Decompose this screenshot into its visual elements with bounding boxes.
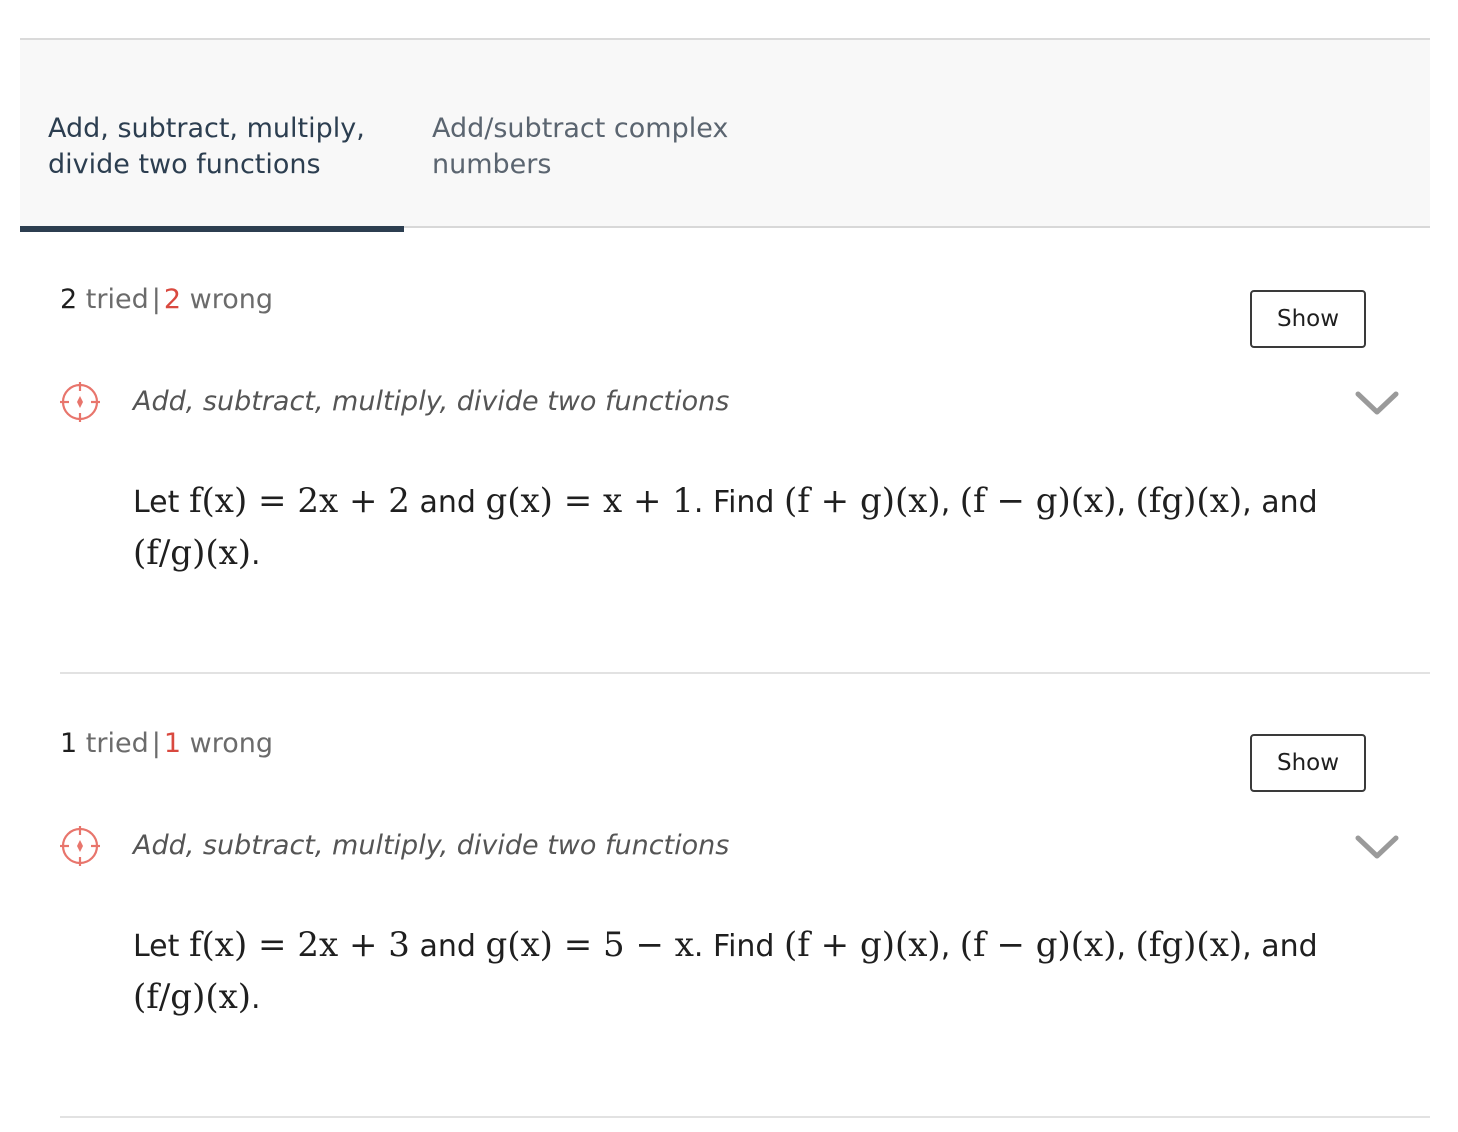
question-expr-product: (fg)(x) <box>1135 925 1243 965</box>
question-and-final: , and <box>1242 929 1318 964</box>
question-f-definition: f(x) = 2x + 2 <box>188 481 410 521</box>
target-icon <box>60 826 100 866</box>
question-expr-difference: (f − g)(x) <box>959 925 1117 965</box>
skill-row: Add, subtract, multiply, divide two func… <box>60 826 1400 870</box>
attempt-stats: 2 tried | 2 wrong <box>60 284 273 316</box>
tab-label-line1: Add/subtract complex <box>432 113 729 144</box>
stats-separator: | <box>151 728 161 759</box>
question-f-definition: f(x) = 2x + 3 <box>188 925 410 965</box>
target-icon <box>60 382 100 422</box>
attempt-stats: 1 tried | 1 wrong <box>60 728 273 760</box>
question-let: Let <box>133 485 180 520</box>
wrong-count: 1 <box>163 728 182 759</box>
chevron-down-icon[interactable] <box>1354 388 1400 418</box>
question-text: Let f(x) = 2x + 3 and g(x) = 5 − x. Find… <box>133 925 1318 1017</box>
question-expr-sum: (f + g)(x) <box>784 481 941 521</box>
question-expr-sum: (f + g)(x) <box>784 925 941 965</box>
question-text: Let f(x) = 2x + 2 and g(x) = x + 1. Find… <box>133 481 1318 573</box>
chevron-down-icon[interactable] <box>1354 832 1400 862</box>
show-button[interactable]: Show <box>1250 734 1366 792</box>
question-g-definition: g(x) = 5 − x <box>485 925 694 965</box>
question-and: and <box>419 485 476 520</box>
tab-label-line2: numbers <box>432 149 552 180</box>
problem-card: 1 tried | 1 wrong Show Add, subtract, mult… <box>60 674 1430 1118</box>
tab-label-line2: divide two functions <box>48 149 321 180</box>
question-expr-quotient: (f/g)(x) <box>133 533 252 573</box>
tried-label: tried <box>85 284 149 315</box>
wrong-label: wrong <box>189 728 273 759</box>
question-let: Let <box>133 929 180 964</box>
stats-separator: | <box>151 284 161 315</box>
question-g-definition: g(x) = x + 1 <box>485 481 694 521</box>
tried-label: tried <box>85 728 149 759</box>
tab-add-subtract-complex-numbers[interactable]: Add/subtract complex numbers <box>404 40 804 230</box>
tab-label: Add, subtract, multiply, divide two func… <box>48 111 365 183</box>
question-find: . Find <box>693 485 775 520</box>
tried-count: 1 <box>60 728 78 759</box>
question-and-final: , and <box>1242 485 1318 520</box>
question-expr-difference: (f − g)(x) <box>959 481 1117 521</box>
skill-label: Add, subtract, multiply, divide two func… <box>133 830 730 861</box>
skill-label: Add, subtract, multiply, divide two func… <box>133 386 730 417</box>
wrong-label: wrong <box>189 284 273 315</box>
tab-label-line1: Add, subtract, multiply, <box>48 113 365 144</box>
question-expr-product: (fg)(x) <box>1135 481 1243 521</box>
tried-count: 2 <box>60 284 78 315</box>
question-expr-quotient: (f/g)(x) <box>133 977 252 1017</box>
question-find: . Find <box>693 929 775 964</box>
divider <box>60 1116 1430 1118</box>
show-button[interactable]: Show <box>1250 290 1366 348</box>
tab-add-subtract-multiply-divide-functions[interactable]: Add, subtract, multiply, divide two func… <box>20 40 404 232</box>
tab-label: Add/subtract complex numbers <box>432 111 728 183</box>
question-and: and <box>419 929 476 964</box>
tab-bar: Add, subtract, multiply, divide two func… <box>20 38 1430 232</box>
skill-row: Add, subtract, multiply, divide two func… <box>60 382 1400 426</box>
wrong-count: 2 <box>163 284 182 315</box>
problem-card: 2 tried | 2 wrong Show Add, subtract, mult… <box>60 230 1430 674</box>
